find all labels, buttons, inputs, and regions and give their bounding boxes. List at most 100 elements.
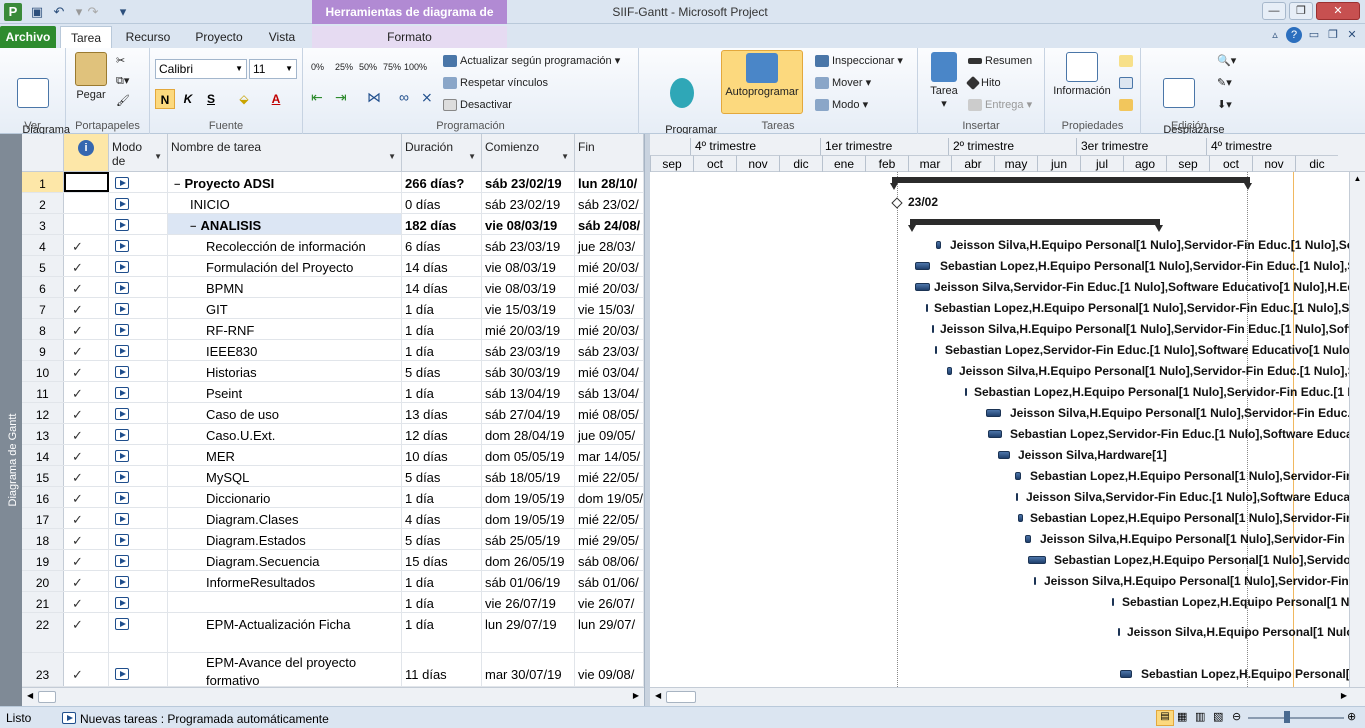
save-icon[interactable]: ▣	[28, 3, 46, 21]
start-cell[interactable]: sáb 25/05/19	[482, 529, 575, 549]
indicators-header[interactable]: i	[64, 134, 109, 172]
copy-icon[interactable]: ⧉▾	[116, 72, 129, 90]
zoom-slider[interactable]	[1248, 717, 1344, 719]
task-bar[interactable]	[986, 409, 1001, 417]
task-mode-cell[interactable]	[109, 340, 168, 360]
task-mode-cell[interactable]	[109, 529, 168, 549]
end-cell[interactable]: mié 29/05/	[575, 529, 644, 549]
doc-close-icon[interactable]: ✕	[1344, 27, 1360, 43]
end-cell[interactable]: sáb 23/02/	[575, 193, 644, 213]
duration-cell[interactable]: 10 días	[402, 445, 482, 465]
task-mode-cell[interactable]	[109, 613, 168, 652]
task-mode-cell[interactable]	[109, 319, 168, 339]
task-mode-cell[interactable]	[109, 466, 168, 486]
duration-cell[interactable]: 1 día	[402, 298, 482, 318]
task-mode-cell[interactable]	[109, 445, 168, 465]
task-bar[interactable]	[1015, 472, 1021, 480]
start-cell[interactable]: sáb 23/03/19	[482, 235, 575, 255]
unlink-tasks-icon[interactable]: ⨯	[421, 88, 433, 106]
start-cell[interactable]: mar 30/07/19	[482, 653, 575, 686]
duration-cell[interactable]: 0 días	[402, 193, 482, 213]
start-cell[interactable]: vie 08/03/19	[482, 214, 575, 234]
row-id-cell[interactable]: 1	[22, 172, 64, 192]
task-name-cell[interactable]: Diagram.Secuencia	[168, 550, 402, 570]
task-name-cell[interactable]: Historias	[168, 361, 402, 381]
start-cell[interactable]: sáb 18/05/19	[482, 466, 575, 486]
task-name-cell[interactable]: Recolección de información	[168, 235, 402, 255]
inspect-button[interactable]: Inspeccionar ▾	[815, 52, 903, 70]
end-cell[interactable]: jue 28/03/	[575, 235, 644, 255]
row-id-cell[interactable]: 22	[22, 613, 64, 652]
duration-cell[interactable]: 182 días	[402, 214, 482, 234]
task-mode-cell[interactable]	[109, 508, 168, 528]
duration-cell[interactable]: 14 días	[402, 256, 482, 276]
collapse-toggle-icon[interactable]: −	[190, 221, 196, 233]
task-name-cell[interactable]: Diagram.Clases	[168, 508, 402, 528]
tab-recurso[interactable]: Recurso	[118, 26, 178, 48]
tab-formato[interactable]: Formato	[312, 26, 507, 48]
row-id-cell[interactable]: 14	[22, 445, 64, 465]
grid-scroll-thumb[interactable]	[38, 691, 56, 703]
end-cell[interactable]: dom 19/05/	[575, 487, 644, 507]
start-column-header[interactable]: Comienzo ▼	[482, 134, 575, 172]
table-row[interactable]: 8 ✓ RF-RNF 1 día mié 20/03/19 mié 20/03/	[22, 319, 644, 340]
task-name-cell[interactable]: − ANALISIS	[168, 214, 402, 234]
duration-cell[interactable]: 1 día	[402, 319, 482, 339]
row-id-cell[interactable]: 2	[22, 193, 64, 213]
row-id-cell[interactable]: 17	[22, 508, 64, 528]
row-id-cell[interactable]: 15	[22, 466, 64, 486]
table-row[interactable]: 13 ✓ Caso.U.Ext. 12 días dom 28/04/19 jue 09/…	[22, 424, 644, 445]
task-bar[interactable]	[988, 430, 1002, 438]
row-id-cell[interactable]: 19	[22, 550, 64, 570]
duration-cell[interactable]: 5 días	[402, 529, 482, 549]
view-bar[interactable]: Diagrama de Gantt	[0, 134, 22, 706]
cut-icon[interactable]: ✂	[116, 52, 125, 70]
task-bar[interactable]	[1028, 556, 1046, 564]
task-mode-cell[interactable]	[109, 382, 168, 402]
task-name-cell[interactable]	[168, 592, 402, 612]
duration-cell[interactable]: 6 días	[402, 235, 482, 255]
task-bar[interactable]	[932, 325, 934, 333]
scroll-right-icon[interactable]: ▶	[633, 691, 639, 700]
task-bar[interactable]	[1112, 598, 1114, 606]
team-planner-shortcut-icon[interactable]: ▥	[1195, 710, 1205, 723]
table-row[interactable]: 10 ✓ Historias 5 días sáb 30/03/19 mié 03/04/	[22, 361, 644, 382]
task-bar[interactable]	[1025, 535, 1031, 543]
duration-cell[interactable]: 1 día	[402, 382, 482, 402]
end-cell[interactable]: vie 26/07/	[575, 592, 644, 612]
start-cell[interactable]: lun 29/07/19	[482, 613, 575, 652]
deactivate-button[interactable]: Desactivar	[443, 96, 512, 114]
duration-cell[interactable]: 1 día	[402, 571, 482, 591]
row-id-cell[interactable]: 13	[22, 424, 64, 444]
insert-task-button[interactable]: Tarea ▾	[924, 52, 964, 111]
zoom-in-icon[interactable]: ⊕	[1347, 710, 1356, 723]
task-bar[interactable]	[936, 241, 941, 249]
task-mode-cell[interactable]	[109, 235, 168, 255]
start-cell[interactable]: dom 19/05/19	[482, 508, 575, 528]
vertical-scrollbar[interactable]: ▲	[1349, 172, 1365, 687]
end-cell[interactable]: mié 20/03/	[575, 277, 644, 297]
duration-cell[interactable]: 12 días	[402, 424, 482, 444]
start-cell[interactable]: sáb 23/03/19	[482, 340, 575, 360]
table-row[interactable]: 3− ANALISIS 182 días vie 08/03/19 sáb 24/08/	[22, 214, 644, 235]
task-bar[interactable]	[1120, 670, 1132, 678]
project-summary-bar[interactable]	[892, 177, 1250, 183]
task-bar[interactable]	[1118, 628, 1120, 636]
italic-button[interactable]: K	[178, 89, 198, 109]
undo-icon[interactable]: ↶	[50, 3, 68, 21]
task-mode-cell[interactable]	[109, 256, 168, 276]
task-bar[interactable]	[947, 367, 952, 375]
task-mode-cell[interactable]	[109, 277, 168, 297]
underline-button[interactable]: S	[201, 89, 221, 109]
scroll-right-icon[interactable]: ▶	[1341, 691, 1347, 700]
task-name-cell[interactable]: RF-RNF	[168, 319, 402, 339]
new-tasks-mode[interactable]: Nuevas tareas : Programada automáticamen…	[62, 711, 329, 726]
gantt-view-shortcut-icon[interactable]: ▤	[1156, 710, 1174, 726]
find-icon[interactable]: 🔍▾	[1217, 52, 1236, 70]
name-column-header[interactable]: Nombre de tarea ▼	[168, 134, 402, 172]
table-row[interactable]: 12 ✓ Caso de uso 13 días sáb 27/04/19 mié 08/…	[22, 403, 644, 424]
table-row[interactable]: 5 ✓ Formulación del Proyecto 14 días vie 08/…	[22, 256, 644, 277]
task-name-cell[interactable]: BPMN	[168, 277, 402, 297]
table-row[interactable]: 15 ✓ MySQL 5 días sáb 18/05/19 mié 22/05/	[22, 466, 644, 487]
information-button[interactable]: Información	[1049, 52, 1115, 98]
